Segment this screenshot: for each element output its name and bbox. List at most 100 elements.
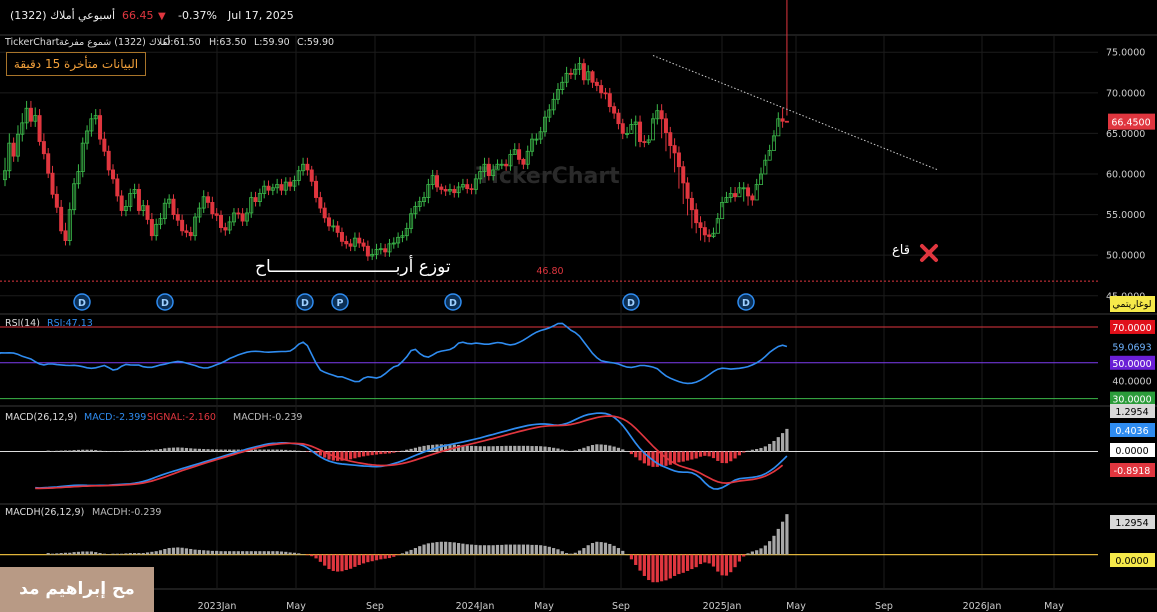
x-tick-label: May <box>534 601 554 612</box>
rsi-level-label: 30.0000 <box>1112 395 1151 406</box>
macd-hist-bar <box>482 446 487 452</box>
candle-body <box>188 232 193 237</box>
event-label: D <box>78 298 86 309</box>
macd-hist-bar <box>759 447 763 452</box>
macdh-bar <box>63 552 68 555</box>
macdh-bar <box>698 554 703 565</box>
macdh-bar <box>660 554 664 582</box>
macd-hist-bar <box>81 449 85 452</box>
macdh-bar <box>197 549 201 555</box>
macdh-bar <box>422 544 426 555</box>
x-tick-label: 2025Jan <box>703 601 742 612</box>
macd-hist-bar <box>469 445 474 452</box>
macdh-bar <box>405 551 409 555</box>
info-close: C:59.90 <box>297 37 334 48</box>
candle-body <box>214 213 219 216</box>
macd-hist-bar <box>301 451 305 452</box>
macd-hist-bar <box>202 449 206 452</box>
macdh-bar <box>184 548 189 555</box>
macdh-bar <box>711 554 716 567</box>
low-annotation: قاع <box>892 243 910 258</box>
macdh-bar <box>560 551 564 555</box>
macdh-bar <box>426 543 430 555</box>
macdh-bar <box>133 553 137 555</box>
macdh-bar <box>210 550 214 555</box>
macdh-bar <box>703 554 707 563</box>
macdh-bar <box>668 554 672 579</box>
macdh-bar <box>599 542 603 555</box>
macd-hist-bar <box>137 450 141 452</box>
macd-axis-label: 0.0000 <box>1115 446 1148 457</box>
macd-hist-bar <box>405 449 409 452</box>
candle-body <box>119 195 124 211</box>
macdh-bar <box>89 551 93 555</box>
macdh-bar <box>785 514 789 555</box>
candle-body <box>689 197 694 211</box>
candle-body <box>111 169 116 180</box>
macd-hist-bar <box>400 450 405 452</box>
macdh-axis-label: 0.0000 <box>1115 556 1148 567</box>
macd-hist-bar <box>616 447 621 452</box>
macdh-bar <box>81 551 85 555</box>
macdh-bar <box>366 554 370 563</box>
candle-body <box>443 189 448 192</box>
macdh-bar <box>158 550 163 555</box>
chart-canvas[interactable]: 2023Jan May Sep 2024Jan May Sep 2025Jan May Sep 2… <box>0 0 1157 612</box>
event-label: D <box>742 298 750 309</box>
macdh-bar <box>249 551 253 555</box>
macdh-bar <box>763 545 767 555</box>
macdh-bar <box>768 541 772 555</box>
macd-hist-bar <box>266 449 271 452</box>
candle-body <box>486 163 491 177</box>
macd-hist-bar <box>176 447 180 452</box>
macd-hist-bar <box>573 450 577 452</box>
macd-hist-bar <box>50 450 55 452</box>
price-tick-label: 75.0000 <box>1106 48 1145 59</box>
macdh-bar <box>526 544 530 555</box>
macd-hist-bar <box>167 447 171 452</box>
candle-body <box>322 207 327 219</box>
macd-hist-bar <box>253 449 258 452</box>
macdh-value: MACDH:-0.239 <box>92 507 161 518</box>
x-tick-label: 2026Jan <box>963 601 1002 612</box>
macdh-bar <box>262 551 266 555</box>
macdh-bar <box>46 553 50 555</box>
candle-body <box>594 81 599 86</box>
macdh-bar <box>215 550 219 555</box>
macd-hist-bar <box>776 437 780 452</box>
candle-body <box>326 217 331 227</box>
macdh-bar <box>361 554 366 564</box>
macdh-bar <box>387 554 392 559</box>
macd-hist-bar <box>262 449 266 452</box>
candle-body <box>115 178 120 197</box>
macd-hist-bar <box>336 451 340 461</box>
macdh-bar <box>621 550 625 555</box>
macd-hist-bar <box>491 446 495 452</box>
macd-hist-bar <box>768 443 772 452</box>
candle-body <box>504 163 509 167</box>
macd-hist-bar <box>685 451 690 461</box>
macdh-bar <box>284 551 288 555</box>
macdh-bar <box>565 553 569 555</box>
macd-hist-bar <box>565 450 569 452</box>
candle-body <box>288 181 293 187</box>
macdh-bar <box>400 553 405 555</box>
macdh-bar <box>521 544 525 555</box>
macdh-bar <box>163 548 167 555</box>
macd-hist-bar <box>154 449 158 452</box>
macdh-bar <box>504 544 508 555</box>
macdh-bar <box>206 550 210 555</box>
macdh-bar <box>746 553 750 555</box>
candle-body <box>46 153 51 174</box>
macd-hist-bar <box>612 446 616 452</box>
candle-body <box>98 115 103 140</box>
macdh-bar <box>724 554 729 576</box>
candle-body <box>236 212 241 215</box>
macdh-bar <box>288 552 292 555</box>
macd-hist-bar <box>258 449 262 452</box>
macdh-bar <box>759 548 763 555</box>
candle-body <box>612 106 617 114</box>
candle-body <box>136 189 141 211</box>
macd-hist-bar <box>737 451 741 456</box>
candle-body <box>314 180 319 198</box>
